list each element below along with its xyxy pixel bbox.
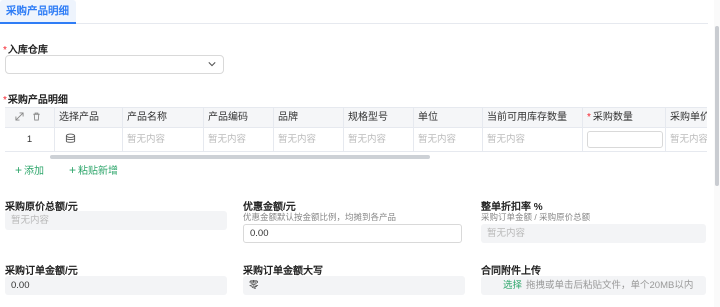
order-total-label: 采购订单金额/元	[5, 266, 78, 277]
col-product-code: 产品编码	[204, 108, 274, 127]
chevron-down-icon	[208, 62, 216, 67]
qty-input[interactable]	[587, 131, 663, 148]
product-code-cell: 暂无内容	[204, 128, 274, 151]
col-select-product: 选择产品	[55, 108, 123, 127]
attachment-upload-area[interactable]: 选择 拖拽或单击后粘贴文件，单个20MB以内	[481, 276, 706, 295]
stock-cell: 暂无内容	[483, 128, 583, 151]
warehouse-label: *入库仓库	[3, 41, 48, 56]
details-label-text: 采购产品明细	[7, 95, 68, 106]
order-total-field: 0.00	[5, 276, 227, 295]
col-qty-label: 采购数量	[592, 112, 633, 123]
table-horizontal-scrollbar[interactable]	[50, 155, 430, 159]
col-price: 采购单价	[666, 108, 707, 127]
price-cell: 暂无内容	[666, 128, 707, 151]
table-row: 1 暂无内容 暂无内容 暂无内容 暂无内容 暂无内容 暂无内容 暂无内容	[5, 128, 707, 152]
plus-icon: +	[15, 163, 23, 177]
details-label: *采购产品明细	[3, 91, 68, 106]
spec-cell: 暂无内容	[344, 128, 414, 151]
product-box-icon[interactable]	[65, 133, 76, 144]
select-product-cell[interactable]	[55, 128, 123, 151]
discount-hint: 优惠金额默认按金额比例，均摊到各产品	[243, 212, 397, 222]
order-total-upper-field: 零	[243, 276, 465, 295]
rate-hint: 采购订单金额 / 采购原价总额	[481, 212, 591, 222]
discount-input[interactable]: 0.00	[243, 224, 462, 243]
col-spec: 规格型号	[344, 108, 414, 127]
rate-field: 暂无内容	[481, 224, 706, 243]
unit-cell: 暂无内容	[414, 128, 483, 151]
plus-icon: +	[69, 163, 77, 177]
tab-purchase-details[interactable]: 采购产品明细	[0, 0, 76, 24]
expand-icon[interactable]	[15, 112, 24, 121]
product-name-cell: 暂无内容	[123, 128, 204, 151]
col-product-name: 产品名称	[123, 108, 204, 127]
required-mark: *	[3, 95, 7, 106]
attachment-label: 合同附件上传	[481, 266, 541, 277]
header-tools	[5, 108, 55, 127]
col-brand: 品牌	[274, 108, 344, 127]
paste-add-button[interactable]: + 粘贴新增	[69, 162, 118, 177]
add-row-button[interactable]: + 添加	[15, 162, 44, 177]
page-scrollbar-thumb[interactable]	[715, 26, 719, 186]
table-header: 选择产品 产品名称 产品编码 品牌 规格型号 单位 当前可用库存数量 * 采购数量…	[5, 108, 707, 128]
col-stock: 当前可用库存数量	[483, 108, 583, 127]
brand-cell: 暂无内容	[274, 128, 344, 151]
paste-add-label: 粘贴新增	[78, 166, 119, 177]
tab-bar: 采购产品明细	[0, 0, 708, 24]
upload-hint: 拖拽或单击后粘贴文件，单个20MB以内	[526, 280, 694, 291]
add-row-label: 添加	[24, 166, 45, 177]
choose-file-button[interactable]: 选择	[503, 280, 522, 291]
col-qty: * 采购数量	[583, 108, 666, 127]
qty-cell	[583, 128, 666, 151]
row-index: 1	[5, 128, 55, 151]
col-unit: 单位	[414, 108, 483, 127]
product-table: 选择产品 产品名称 产品编码 品牌 规格型号 单位 当前可用库存数量 * 采购数量…	[5, 107, 707, 153]
required-mark: *	[3, 45, 7, 56]
warehouse-select[interactable]	[5, 55, 224, 74]
required-mark: *	[587, 112, 591, 123]
order-total-upper-label: 采购订单金额大写	[243, 266, 323, 277]
trash-icon[interactable]	[32, 112, 41, 121]
original-total-field: 暂无内容	[5, 211, 227, 230]
